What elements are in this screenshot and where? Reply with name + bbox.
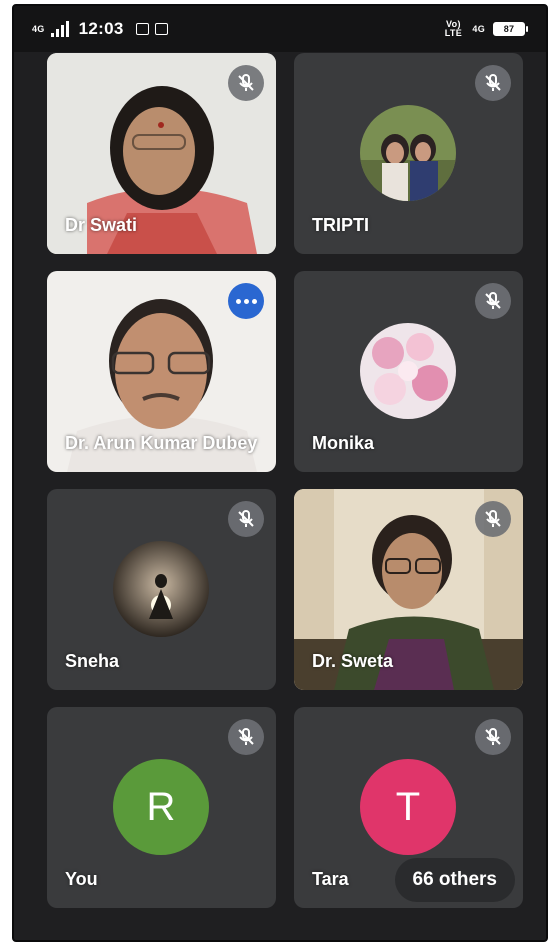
participant-tile[interactable]: Sneha <box>47 489 276 690</box>
participant-tile[interactable]: Dr Swati <box>47 53 276 254</box>
signal-icon <box>50 21 69 37</box>
participant-avatar <box>360 323 456 419</box>
participant-tile[interactable]: Dr. Sweta <box>294 489 523 690</box>
participant-name: Dr. Sweta <box>312 651 394 671</box>
mic-muted-icon <box>228 719 264 755</box>
participant-name: TRIPTI <box>312 215 369 235</box>
participant-tile[interactable]: T Tara 66 others <box>294 707 523 908</box>
participant-tile[interactable]: Dr. Arun Kumar Dubey <box>47 271 276 472</box>
avatar-letter: R <box>146 784 176 829</box>
network-type-label: 4G <box>472 23 485 34</box>
participant-tile[interactable]: Monika <box>294 271 523 472</box>
participant-avatar: T <box>360 759 456 855</box>
participant-name: Dr Swati <box>65 215 138 235</box>
volte-label: Vo) LTE <box>444 19 462 38</box>
status-bar: 4G 12:03 Vo) LTE 4G 87 <box>14 6 546 52</box>
mic-muted-icon <box>228 501 264 537</box>
participant-avatar: R <box>113 759 209 855</box>
others-button[interactable]: 66 others <box>394 858 515 902</box>
mic-muted-icon <box>475 719 511 755</box>
mic-muted-icon <box>475 501 511 537</box>
avatar-letter: T <box>395 784 421 829</box>
mic-muted-icon <box>475 65 511 101</box>
participant-name: Monika <box>312 433 375 453</box>
mic-muted-icon <box>228 65 264 101</box>
participant-avatar <box>113 541 209 637</box>
participant-tile[interactable]: TRIPTI <box>294 53 523 254</box>
participant-avatar <box>360 105 456 201</box>
participant-tile[interactable]: R You <box>47 707 276 908</box>
mic-muted-icon <box>475 283 511 319</box>
screenshot-notification-icon <box>135 23 149 35</box>
battery-level: 87 <box>493 22 525 36</box>
network-label: 4G <box>32 23 45 34</box>
message-notification-icon <box>154 23 168 35</box>
clock: 12:03 <box>78 19 124 38</box>
participant-name: Sneha <box>65 651 120 671</box>
participant-name: You <box>65 869 98 889</box>
participant-name: Dr. Arun Kumar Dubey <box>65 433 258 453</box>
meeting-screen: 4G 12:03 Vo) LTE 4G 87 Dr Swati TRIPTI D… <box>12 4 548 942</box>
speaking-indicator-icon <box>228 283 264 319</box>
battery-icon: 87 <box>493 22 528 36</box>
participant-name: Tara <box>312 869 349 889</box>
